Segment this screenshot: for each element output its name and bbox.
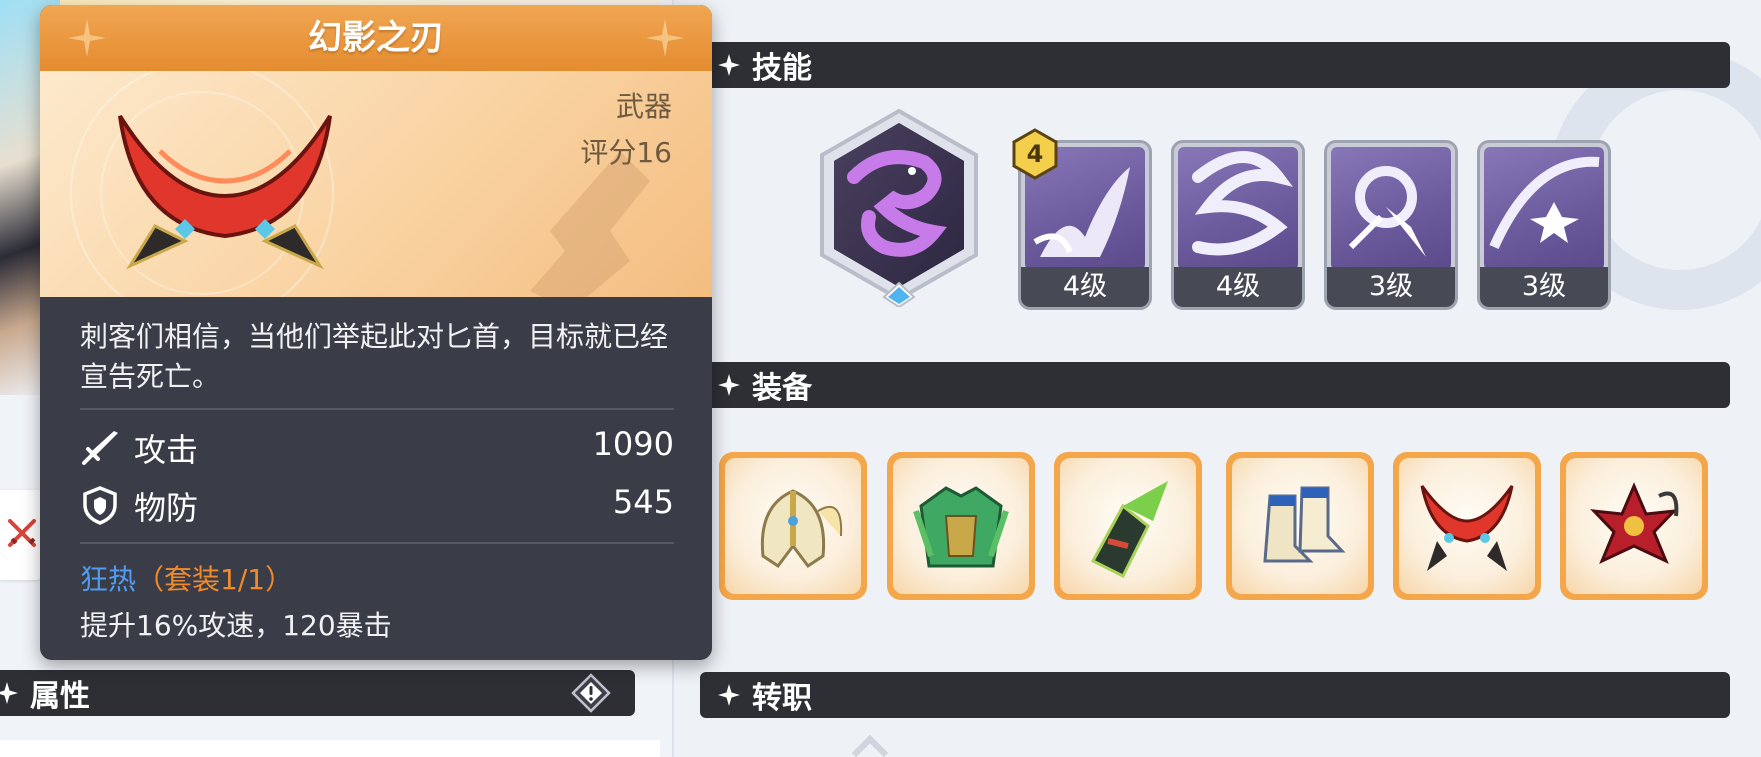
sparkle-ornament-icon — [646, 19, 684, 57]
attributes-content-area — [0, 740, 660, 757]
section-title-class-change: 转职 — [752, 681, 812, 716]
item-preview: 武器 评分16 — [40, 71, 712, 297]
equipment-slot-accessory[interactable] — [1560, 452, 1708, 600]
left-weapon-slot[interactable] — [0, 490, 44, 580]
sparkle-ornament-icon — [68, 19, 106, 57]
set-count: （套装1/1） — [136, 563, 294, 596]
twin-daggers-icon — [1420, 485, 1514, 571]
section-header-attributes: 属性 — [0, 670, 635, 716]
skill-card-3[interactable]: 3级 — [1324, 140, 1458, 310]
wind-slash-skill-icon — [1192, 151, 1293, 256]
equipment-slot-weapon[interactable] — [1393, 452, 1541, 600]
equipment-slot-gauntlet[interactable] — [1054, 452, 1202, 600]
skill-points-value: 4 — [1026, 140, 1044, 168]
stat-label: 攻击 — [134, 431, 199, 469]
set-bonus-title: 狂热（套装1/1） — [80, 558, 293, 598]
section-header-equipment: 装备 — [700, 362, 1730, 408]
section-title-equipment: 装备 — [752, 371, 812, 406]
set-bonus-effect: 提升16%攻速，120暴击 — [80, 609, 392, 642]
gauntlet-icon — [1090, 481, 1168, 579]
stat-value: 1090 — [592, 425, 674, 463]
info-alert-icon[interactable] — [571, 673, 611, 713]
skill-card-2[interactable]: 4级 — [1171, 140, 1305, 310]
section-title-skills: 技能 — [752, 51, 812, 86]
stat-row-defense: 物防 545 — [80, 480, 674, 530]
dagger-strike-skill-icon — [1348, 166, 1426, 257]
item-score: 评分16 — [580, 136, 672, 169]
sword-icon — [82, 431, 118, 465]
tooltip-title-bar: 幻影之刃 — [40, 5, 712, 71]
skill-level: 3级 — [1480, 267, 1608, 307]
armor-icon — [913, 486, 1009, 568]
twin-daggers-icon — [118, 114, 332, 270]
sparkle-icon — [718, 374, 740, 396]
skill-level: 3级 — [1327, 267, 1455, 307]
skill-level: 4级 — [1021, 267, 1149, 307]
item-tooltip: 幻影之刃 武器 评分16 刺客们相信，当他们举起此对匕首，目标就已经宣告死亡。 … — [40, 5, 712, 660]
equipment-slot-helmet[interactable] — [719, 452, 867, 600]
set-name: 狂热 — [80, 563, 137, 596]
divider — [80, 408, 674, 410]
equipment-slot-boots[interactable] — [1226, 452, 1374, 600]
helmet-icon — [760, 489, 843, 569]
sparkle-icon — [718, 684, 740, 706]
item-type: 武器 — [615, 90, 672, 123]
section-header-skills: 技能 — [700, 42, 1730, 88]
divider — [80, 542, 674, 544]
skill-points-badge: 4 — [1011, 128, 1059, 180]
shield-icon — [83, 486, 117, 525]
stat-value: 545 — [612, 483, 674, 521]
stat-row-attack: 攻击 1090 — [80, 422, 674, 472]
item-name: 幻影之刃 — [308, 18, 444, 58]
crossed-swords-icon — [8, 519, 36, 547]
star-burst-skill-icon — [1489, 156, 1600, 250]
sparkle-icon — [718, 54, 740, 76]
stat-label: 物防 — [134, 489, 199, 527]
section-title-attributes: 属性 — [30, 679, 90, 714]
snake-skill-icon[interactable] — [814, 107, 984, 307]
item-description: 刺客们相信，当他们举起此对匕首，目标就已经宣告死亡。 — [80, 320, 669, 393]
skill-level: 4级 — [1174, 267, 1302, 307]
chevron-up-icon — [851, 735, 889, 757]
sparkle-icon — [0, 682, 18, 704]
red-flower-accessory-icon — [1590, 482, 1679, 564]
boots-icon — [1263, 486, 1346, 563]
section-header-class-change: 转职 — [700, 672, 1730, 718]
equipment-slot-armor[interactable] — [887, 452, 1035, 600]
skill-card-4[interactable]: 3级 — [1477, 140, 1611, 310]
